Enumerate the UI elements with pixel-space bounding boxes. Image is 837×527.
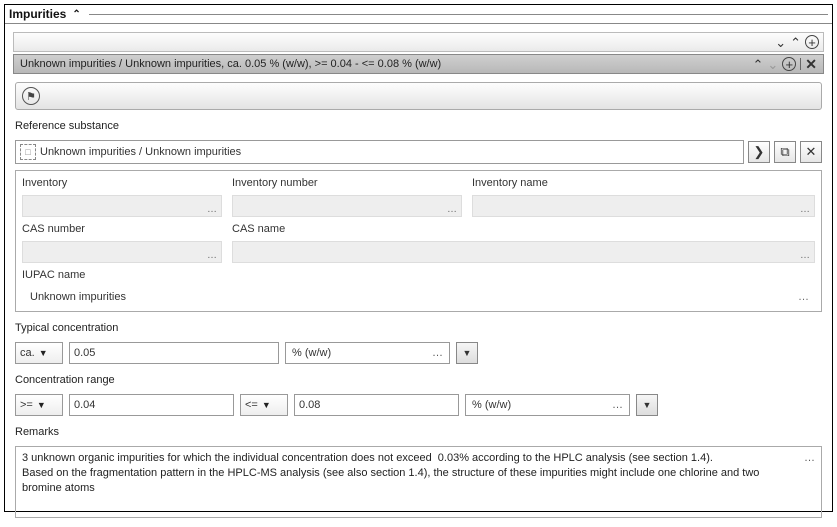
delete-item-button[interactable]: ✕ xyxy=(805,57,817,71)
cas-name-label: CAS name xyxy=(232,223,462,235)
typical-conc-label: Typical concentration xyxy=(15,322,822,334)
inventory-number-field: … xyxy=(232,195,462,217)
range-max-input[interactable]: 0.08 xyxy=(294,394,459,416)
remarks-label: Remarks xyxy=(15,426,822,438)
inventory-field: … xyxy=(22,195,222,217)
item-content: ⚑ Reference substance □ Unknown impuriti… xyxy=(5,74,832,526)
move-up-icon[interactable]: ⌃ xyxy=(752,58,763,71)
range-unit-dropdown[interactable]: ▼ xyxy=(636,394,658,416)
reference-go-button[interactable]: ❯ xyxy=(748,141,770,163)
typical-value-input[interactable]: 0.05 xyxy=(69,342,279,364)
expand-all-icon[interactable]: ⌄ xyxy=(775,36,786,49)
typical-unit-field[interactable]: % (w/w) … xyxy=(285,342,450,364)
reference-info-box: Inventory Inventory number Inventory nam… xyxy=(15,170,822,312)
flag-icon: ⚑ xyxy=(22,87,40,105)
typical-conc-row: ca. ▼ 0.05 % (w/w) … ▼ xyxy=(15,342,822,364)
collapse-icon: ⌃ xyxy=(72,9,80,20)
range-min-op-select[interactable]: >= ▼ xyxy=(15,394,63,416)
reference-value: Unknown impurities / Unknown impurities xyxy=(40,146,241,158)
ellipsis-icon: … xyxy=(432,347,443,359)
move-down-icon: ⌄ xyxy=(767,58,778,71)
reference-link-button[interactable]: ⧉ xyxy=(774,141,796,163)
typical-unit-value: % (w/w) xyxy=(292,347,331,359)
iupac-value: Unknown impurities xyxy=(30,291,126,303)
reference-clear-button[interactable]: ✕ xyxy=(800,141,822,163)
cas-number-field: … xyxy=(22,241,222,263)
impurities-panel: Impurities ⌃ ⌄ ⌃ + Unknown impurities / … xyxy=(4,4,833,512)
chevron-down-icon: ▼ xyxy=(37,400,46,410)
inventory-name-field: … xyxy=(472,195,815,217)
range-min-op-value: >= xyxy=(20,399,33,411)
range-min-value: 0.04 xyxy=(74,399,95,411)
reference-label: Reference substance xyxy=(15,120,822,132)
ellipsis-icon: … xyxy=(798,291,809,303)
inventory-name-label: Inventory name xyxy=(472,177,815,189)
range-min-input[interactable]: 0.04 xyxy=(69,394,234,416)
collapse-all-icon[interactable]: ⌃ xyxy=(790,36,801,49)
chevron-down-icon: ▼ xyxy=(39,348,48,358)
inventory-number-label: Inventory number xyxy=(232,177,462,189)
range-max-op-value: <= xyxy=(245,399,258,411)
remarks-textarea[interactable]: 3 unknown organic impurities for which t… xyxy=(15,446,822,518)
ellipsis-icon: … xyxy=(612,399,623,411)
remarks-text: 3 unknown organic impurities for which t… xyxy=(22,452,762,494)
list-toolbar: ⌄ ⌃ + xyxy=(13,32,824,52)
iupac-value-row: Unknown impurities … xyxy=(22,287,815,305)
separator xyxy=(800,58,801,70)
section-title: Impurities xyxy=(9,7,66,21)
divider xyxy=(89,14,828,15)
chevron-down-icon: ▼ xyxy=(262,400,271,410)
reference-entity-icon: □ xyxy=(20,144,36,160)
range-label: Concentration range xyxy=(15,374,822,386)
flag-bar[interactable]: ⚑ xyxy=(15,82,822,110)
item-header[interactable]: Unknown impurities / Unknown impurities,… xyxy=(13,54,824,74)
insert-item-button[interactable]: + xyxy=(782,57,796,71)
item-header-text: Unknown impurities / Unknown impurities,… xyxy=(20,58,441,70)
typical-value: 0.05 xyxy=(74,347,95,359)
add-item-button[interactable]: + xyxy=(805,35,819,49)
section-header[interactable]: Impurities ⌃ xyxy=(5,5,832,24)
item-header-icons: ⌃ ⌄ + ✕ xyxy=(752,57,817,71)
reference-row: □ Unknown impurities / Unknown impuritie… xyxy=(15,140,822,164)
range-unit-field[interactable]: % (w/w) … xyxy=(465,394,630,416)
cas-number-label: CAS number xyxy=(22,223,222,235)
range-max-op-select[interactable]: <= ▼ xyxy=(240,394,288,416)
typical-operator-value: ca. xyxy=(20,347,35,359)
typical-unit-dropdown[interactable]: ▼ xyxy=(456,342,478,364)
range-row: >= ▼ 0.04 <= ▼ 0.08 % (w/w) … ▼ xyxy=(15,394,822,416)
ellipsis-icon[interactable]: … xyxy=(804,451,815,466)
cas-name-field: … xyxy=(232,241,815,263)
range-unit-value: % (w/w) xyxy=(472,399,511,411)
iupac-label: IUPAC name xyxy=(22,269,815,281)
typical-operator-select[interactable]: ca. ▼ xyxy=(15,342,63,364)
inventory-label: Inventory xyxy=(22,177,222,189)
range-max-value: 0.08 xyxy=(299,399,320,411)
reference-field[interactable]: □ Unknown impurities / Unknown impuritie… xyxy=(15,140,744,164)
